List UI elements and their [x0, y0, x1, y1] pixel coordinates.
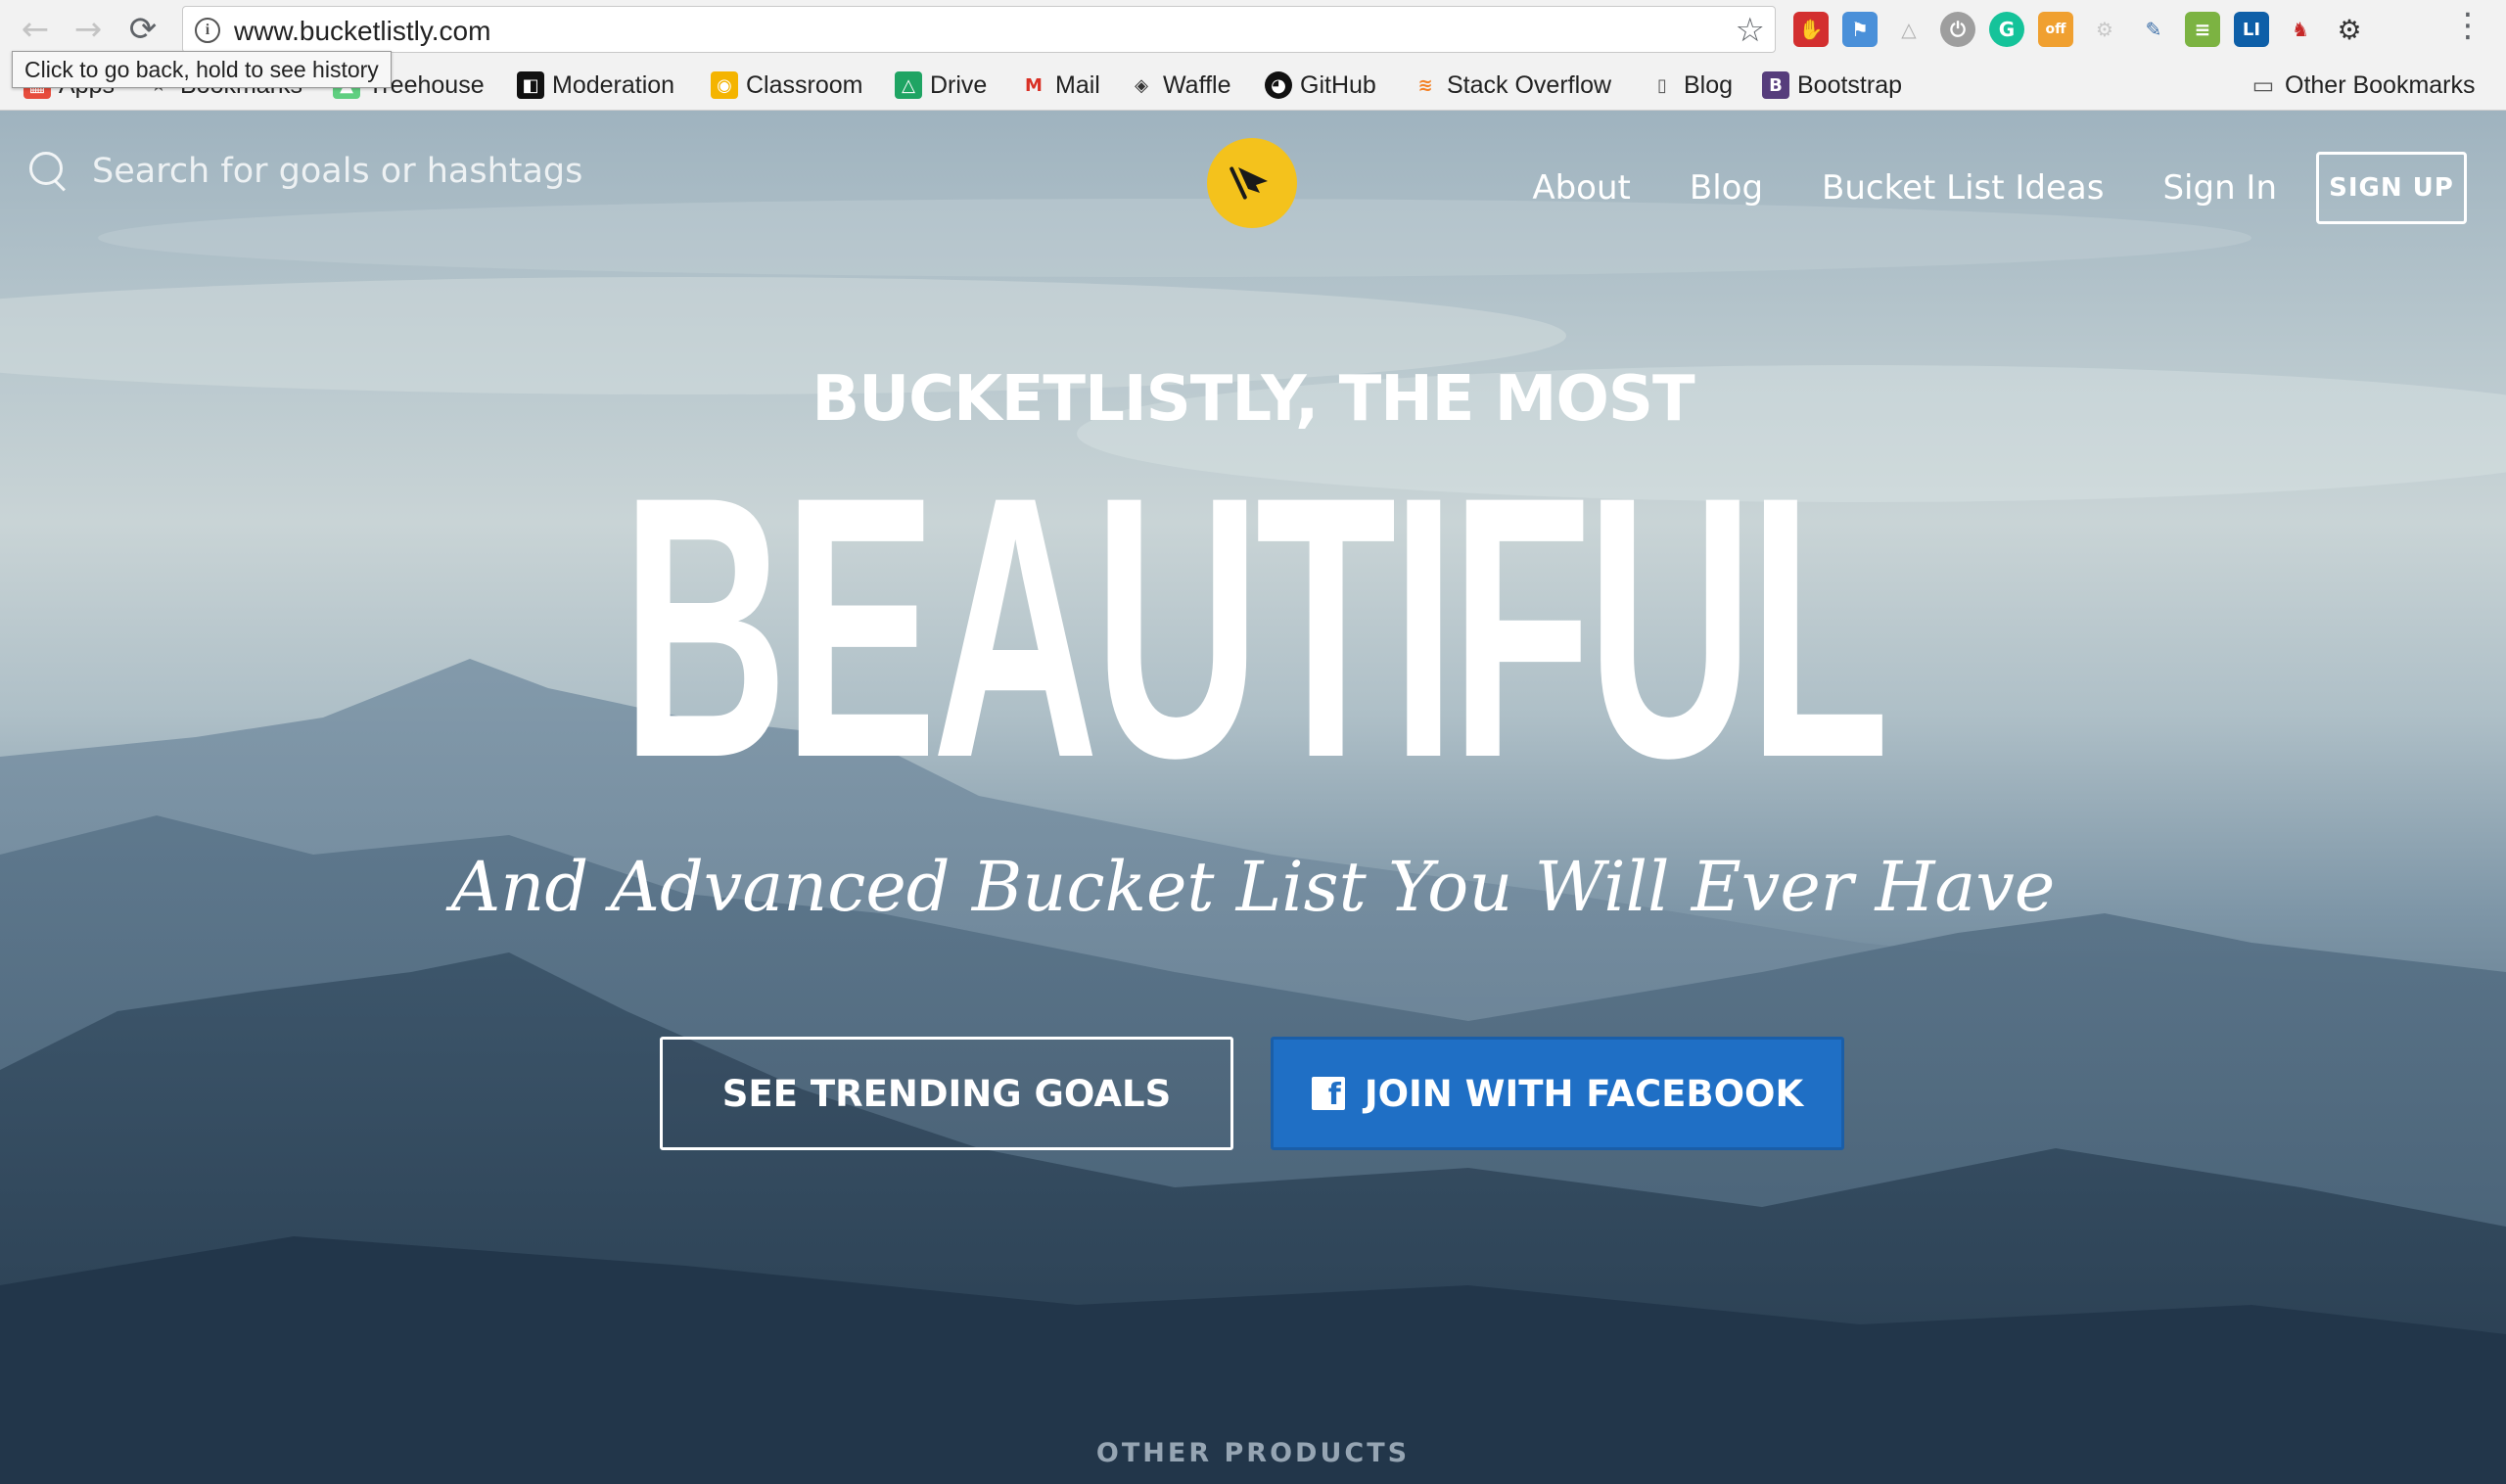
flag-icon	[1230, 166, 1268, 200]
drive-icon: △	[895, 71, 922, 99]
browser-menu-icon[interactable]: ⋮	[2451, 6, 2484, 45]
bookmark-waffle[interactable]: ◈ Waffle	[1128, 69, 1230, 102]
bookmark-label: Classroom	[746, 70, 863, 99]
hero-headline: BEAUTIFUL	[621, 419, 1889, 835]
button-label: JOIN WITH FACEBOOK	[1364, 1072, 1804, 1115]
back-button-tooltip: Click to go back, hold to see history	[12, 51, 392, 88]
honey-off-icon[interactable]: off	[2038, 12, 2073, 47]
button-label: SEE TRENDING GOALS	[721, 1072, 1172, 1115]
sign-up-button[interactable]: SIGN UP	[2316, 152, 2467, 224]
bookmark-label: Bootstrap	[1797, 70, 1903, 99]
linkedin-icon[interactable]: LI	[2234, 12, 2269, 47]
bookmark-bootstrap[interactable]: B Bootstrap	[1762, 69, 1902, 102]
page-icon: ▯	[1657, 74, 1667, 96]
waffle-icon: ◈	[1135, 74, 1148, 96]
bookmark-label: GitHub	[1300, 70, 1376, 99]
github-icon: ◕	[1265, 71, 1292, 99]
grammarly-icon[interactable]: G	[1989, 12, 2024, 47]
nav-sign-in[interactable]: Sign In	[2162, 168, 2277, 208]
gear-light-icon[interactable]: ⚙	[2087, 12, 2122, 47]
url-text[interactable]: www.bucketlistly.com	[234, 16, 490, 47]
sheet-icon[interactable]: ≡	[2185, 12, 2220, 47]
rails-icon[interactable]: ♞	[2283, 12, 2318, 47]
bookmark-label: Mail	[1055, 70, 1100, 99]
bookmark-label: Drive	[930, 70, 988, 99]
eyedropper-icon[interactable]: ✎	[2136, 12, 2171, 47]
bookmark-label: Waffle	[1163, 70, 1231, 99]
hero-tagline: And Advanced Bucket List You Will Ever H…	[450, 847, 2056, 927]
drive-outline-icon[interactable]: △	[1891, 12, 1926, 47]
hero-section: About Blog Bucket List Ideas Sign In SIG…	[0, 111, 2506, 1484]
search-icon[interactable]	[27, 150, 70, 193]
bucketlistly-logo[interactable]	[1207, 138, 1297, 228]
gmail-icon: M	[1025, 74, 1043, 96]
browser-chrome: ← → ⟳ i www.bucketlistly.com ☆ ✋ ⚑ △ ⏻ G…	[0, 0, 2506, 111]
nav-bucket-list-ideas[interactable]: Bucket List Ideas	[1822, 168, 2104, 208]
see-trending-goals-button[interactable]: SEE TRENDING GOALS	[660, 1037, 1233, 1150]
address-bar[interactable]: i www.bucketlistly.com ☆	[182, 6, 1776, 53]
bookmark-label: Stack Overflow	[1447, 70, 1612, 99]
extension-badge-icon[interactable]: ⚑	[1842, 12, 1878, 47]
nav-blog[interactable]: Blog	[1690, 168, 1763, 208]
bookmark-star-icon[interactable]: ☆	[1736, 11, 1765, 50]
search-input[interactable]	[92, 152, 601, 191]
bookmark-github[interactable]: ◕ GitHub	[1265, 69, 1376, 102]
top-navigation: About Blog Bucket List Ideas Sign In SIG…	[1532, 152, 2467, 224]
bookmark-label: Other Bookmarks	[2285, 70, 2476, 99]
bookmark-label: Moderation	[552, 70, 675, 99]
power-icon[interactable]: ⏻	[1940, 12, 1975, 47]
bookmark-moderation[interactable]: ◧ Moderation	[517, 69, 674, 102]
stackoverflow-icon: ≋	[1417, 74, 1433, 96]
bookmark-classroom[interactable]: ◉ Classroom	[711, 69, 862, 102]
search-bar[interactable]	[27, 150, 601, 193]
extensions-bar: ✋ ⚑ △ ⏻ G off ⚙ ✎ ≡ LI ♞ ⚙	[1793, 12, 2367, 47]
back-button[interactable]: ←	[14, 8, 57, 51]
browser-toolbar: ← → ⟳ i www.bucketlistly.com ☆ ✋ ⚑ △ ⏻ G…	[0, 0, 2506, 59]
classroom-icon: ◉	[711, 71, 738, 99]
bookmark-blog[interactable]: ▯ Blog	[1648, 69, 1733, 102]
bookmark-mail[interactable]: M Mail	[1020, 69, 1100, 102]
bookmark-other[interactable]: ▭ Other Bookmarks	[2250, 69, 2476, 102]
info-icon[interactable]: i	[195, 18, 220, 43]
bootstrap-icon: B	[1762, 71, 1789, 99]
reload-button[interactable]: ⟳	[121, 8, 164, 51]
nav-about[interactable]: About	[1532, 168, 1631, 208]
bookmark-label: Blog	[1684, 70, 1734, 99]
moderation-icon: ◧	[517, 71, 544, 99]
forward-button[interactable]: →	[67, 8, 110, 51]
bookmark-drive[interactable]: △ Drive	[895, 69, 987, 102]
facebook-icon: f	[1311, 1077, 1345, 1110]
adblock-icon[interactable]: ✋	[1793, 12, 1829, 47]
bookmark-stackoverflow[interactable]: ≋ Stack Overflow	[1412, 69, 1611, 102]
gear-icon[interactable]: ⚙	[2332, 12, 2367, 47]
join-with-facebook-button[interactable]: f JOIN WITH FACEBOOK	[1271, 1037, 1844, 1150]
other-products-label: OTHER PRODUCTS	[1095, 1438, 1411, 1468]
folder-icon: ▭	[2251, 71, 2275, 99]
